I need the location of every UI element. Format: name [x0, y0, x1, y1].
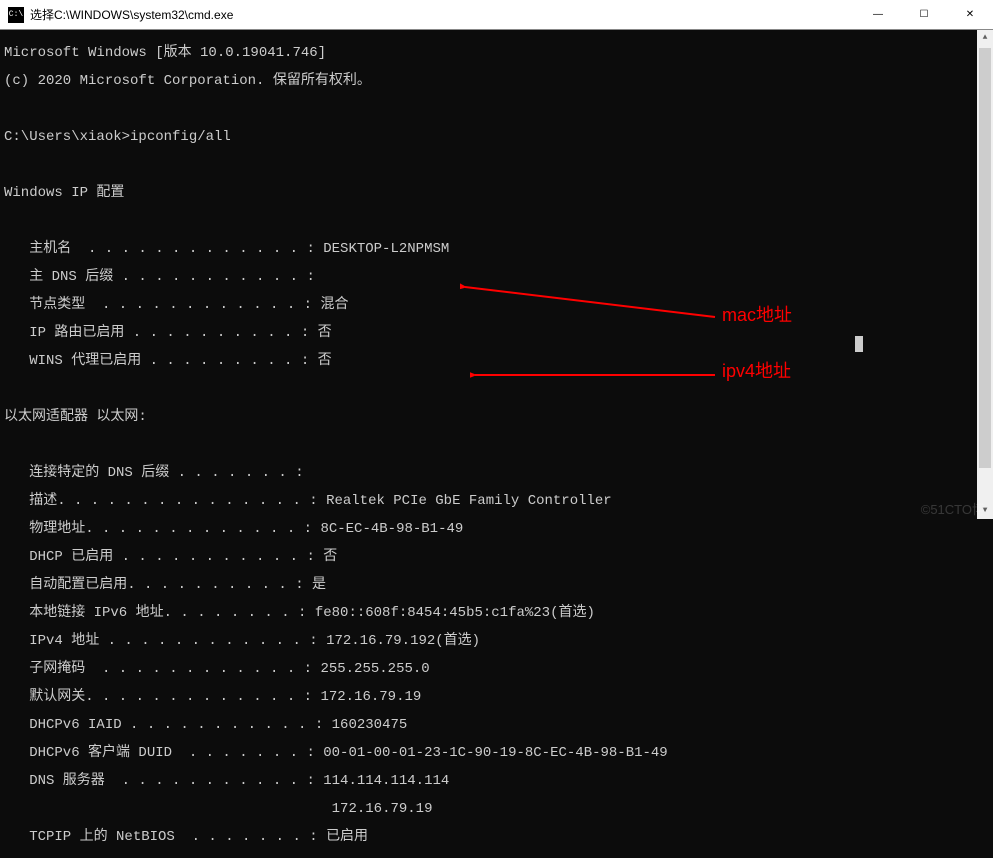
- cmd-icon: C:\: [8, 7, 24, 23]
- watermark: ©51CTO博: [921, 503, 985, 517]
- blank-line: [4, 214, 989, 228]
- scrollbar[interactable]: ▲ ▼: [977, 30, 993, 519]
- cfg-line: 子网掩码 . . . . . . . . . . . . : 255.255.2…: [4, 662, 989, 676]
- window-buttons: — ☐ ✕: [855, 0, 993, 30]
- scroll-up-icon[interactable]: ▲: [977, 30, 993, 46]
- mac-address-value: 8C-EC-4B-98-B1-49: [320, 521, 463, 537]
- blank-line: [4, 382, 989, 396]
- annotation-ipv4: ipv4地址: [722, 364, 791, 378]
- cfg-line: 物理地址. . . . . . . . . . . . . : 8C-EC-4B…: [4, 522, 989, 536]
- banner-line: (c) 2020 Microsoft Corporation. 保留所有权利。: [4, 74, 989, 88]
- text-cursor: [855, 336, 863, 352]
- section-header: Windows IP 配置: [4, 186, 989, 200]
- prompt-line: C:\Users\xiaok>ipconfig/all: [4, 130, 989, 144]
- annotation-mac: mac地址: [722, 308, 792, 322]
- cfg-line: DHCPv6 客户端 DUID . . . . . . . : 00-01-00…: [4, 746, 989, 760]
- adapter-header: 以太网适配器 以太网:: [4, 410, 989, 424]
- blank-line: [4, 158, 989, 172]
- cfg-line: 描述. . . . . . . . . . . . . . . : Realte…: [4, 494, 989, 508]
- cfg-line: 主机名 . . . . . . . . . . . . . : DESKTOP-…: [4, 242, 989, 256]
- hostname-value: DESKTOP-L2NPMSM: [323, 241, 449, 257]
- cfg-line: 自动配置已启用. . . . . . . . . . : 是: [4, 578, 989, 592]
- banner-line: Microsoft Windows [版本 10.0.19041.746]: [4, 46, 989, 60]
- cfg-line: DNS 服务器 . . . . . . . . . . . : 114.114.…: [4, 774, 989, 788]
- close-button[interactable]: ✕: [947, 0, 993, 30]
- cfg-line: DHCP 已启用 . . . . . . . . . . . : 否: [4, 550, 989, 564]
- window-title: 选择C:\WINDOWS\system32\cmd.exe: [30, 8, 233, 22]
- cfg-line: IPv4 地址 . . . . . . . . . . . . : 172.16…: [4, 634, 989, 648]
- cfg-line: 节点类型 . . . . . . . . . . . . : 混合: [4, 298, 989, 312]
- maximize-button[interactable]: ☐: [901, 0, 947, 30]
- blank-line: [4, 438, 989, 452]
- cfg-line: 172.16.79.19: [4, 802, 989, 816]
- scroll-thumb[interactable]: [979, 48, 991, 468]
- cfg-line: 主 DNS 后缀 . . . . . . . . . . . :: [4, 270, 989, 284]
- cfg-line: DHCPv6 IAID . . . . . . . . . . . : 1602…: [4, 718, 989, 732]
- cfg-line: WINS 代理已启用 . . . . . . . . . : 否: [4, 354, 989, 368]
- cfg-line: TCPIP 上的 NetBIOS . . . . . . . : 已启用: [4, 830, 989, 844]
- cfg-line: 本地链接 IPv6 地址. . . . . . . . : fe80::608f…: [4, 606, 989, 620]
- blank-line: [4, 102, 989, 116]
- terminal-output[interactable]: Microsoft Windows [版本 10.0.19041.746] (c…: [0, 30, 993, 858]
- cfg-line: 连接特定的 DNS 后缀 . . . . . . . :: [4, 466, 989, 480]
- ipv4-address-value: 172.16.79.192(首选): [326, 633, 480, 649]
- cfg-line: 默认网关. . . . . . . . . . . . . : 172.16.7…: [4, 690, 989, 704]
- minimize-button[interactable]: —: [855, 0, 901, 30]
- cfg-line: IP 路由已启用 . . . . . . . . . . : 否: [4, 326, 989, 340]
- titlebar: C:\ 选择C:\WINDOWS\system32\cmd.exe — ☐ ✕: [0, 0, 993, 30]
